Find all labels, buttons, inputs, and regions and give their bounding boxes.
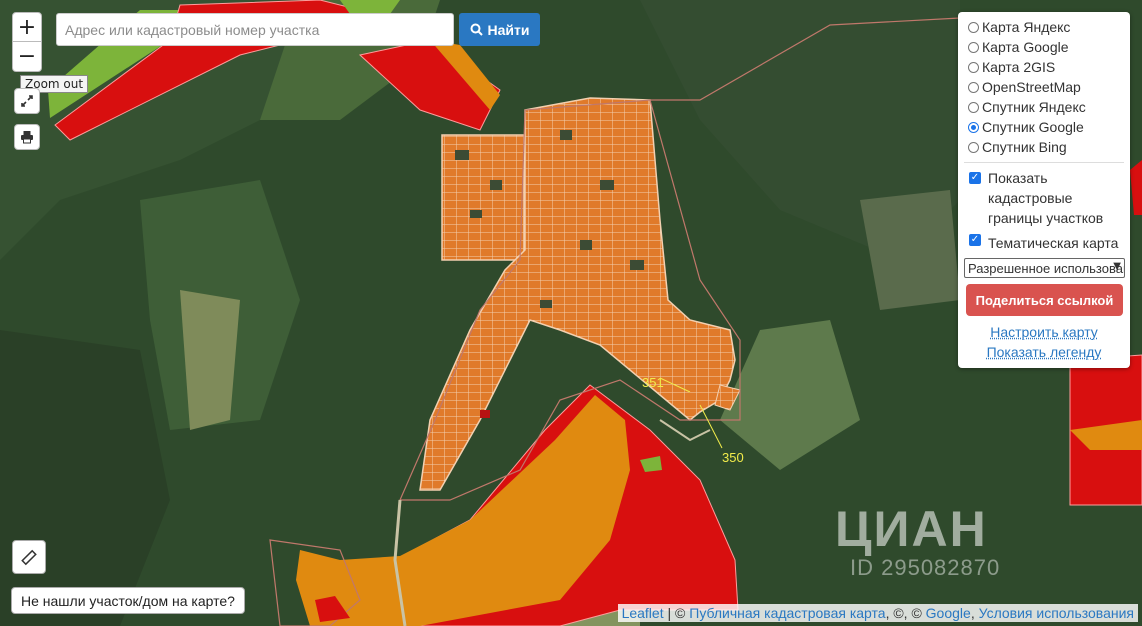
print-button[interactable] [14,124,40,150]
not-found-button[interactable]: Не нашли участок/дом на карте? [11,587,245,614]
show-legend-link[interactable]: Показать легенду [958,344,1130,360]
radio-icon[interactable] [968,41,979,53]
built-plot [540,300,552,308]
zone-green [340,0,400,14]
built-plot [470,210,482,218]
radio-icon[interactable] [968,81,979,93]
divider [964,162,1124,163]
layer-option-label: OpenStreetMap [982,79,1081,95]
layers-panel: Карта Яндекс Карта Google Карта 2GIS Ope… [958,12,1130,368]
layer-option[interactable]: Карта Google [968,37,1069,57]
thematic-checkbox-label: Тематическая карта [988,235,1119,251]
measure-button[interactable] [12,540,46,574]
layer-option[interactable]: OpenStreetMap [968,77,1081,97]
attribution-comma: , [970,605,975,621]
layer-option[interactable]: Карта 2GIS [968,57,1055,77]
built-plot [560,130,572,140]
chevron-down-icon: ▼ [1113,261,1121,272]
share-link-button[interactable]: Поделиться ссылкой [966,284,1123,316]
map-attribution: Leaflet | © Публичная кадастровая карта,… [617,604,1138,622]
layer-option-label: Спутник Bing [982,139,1067,155]
zoom-in-button[interactable]: + [12,12,42,42]
search-input[interactable] [56,13,454,46]
configure-map-link[interactable]: Настроить карту [958,324,1130,340]
expand-icon [21,95,33,107]
built-plot [490,180,502,190]
printer-icon [21,131,33,144]
ruler-icon [21,549,37,566]
built-plot [455,150,469,160]
radio-icon[interactable] [968,121,979,133]
cadastral-checkbox[interactable]: ✓ [969,172,981,184]
layer-option-label: Карта 2GIS [982,59,1056,75]
watermark-id: ID 295082870 [850,555,1001,580]
layer-option-label: Карта Google [982,39,1069,55]
layer-option[interactable]: Карта Яндекс [968,17,1070,37]
cadastral-checkbox-label: Показать кадастровые границы участков [988,170,1104,226]
google-link[interactable]: Google [926,605,971,621]
zoom-out-button[interactable]: − [12,42,42,72]
layer-option-label: Спутник Google [982,119,1084,135]
fullscreen-button[interactable] [14,88,40,114]
built-plot [480,410,490,418]
search-icon [470,23,483,36]
built-plot [600,180,614,190]
plot-cluster [441,134,525,261]
plot-350-label: 350 [722,450,744,465]
attribution-copyright: © [675,605,686,621]
layer-option[interactable]: Спутник Яндекс [968,97,1086,117]
search-button[interactable]: Найти [459,13,540,46]
attribution-separator: | [667,605,672,621]
layer-option[interactable]: Спутник Bing [968,137,1067,157]
search-button-label: Найти [487,21,530,38]
radio-icon[interactable] [968,21,979,33]
radio-icon[interactable] [968,101,979,113]
radio-icon[interactable] [968,141,979,153]
layer-option-label: Спутник Яндекс [982,99,1086,115]
attribution-copyrights: , ©, © [885,605,922,621]
layer-option[interactable]: Спутник Google [968,117,1084,137]
watermark-logo: ЦИАН [835,501,988,557]
layer-option-label: Карта Яндекс [982,19,1071,35]
pkk-link[interactable]: Публичная кадастровая карта [689,605,885,621]
thematic-select-value: Разрешенное использование [968,260,1124,276]
built-plot [580,240,592,250]
radio-icon[interactable] [968,61,979,73]
built-plot [630,260,644,270]
terms-link[interactable]: Условия использования [979,605,1134,621]
thematic-select[interactable]: Разрешенное использование ▼ [964,258,1125,278]
leaflet-link[interactable]: Leaflet [622,605,664,621]
plot-351-label: 351 [642,375,664,390]
thematic-checkbox[interactable]: ✓ [969,234,981,246]
